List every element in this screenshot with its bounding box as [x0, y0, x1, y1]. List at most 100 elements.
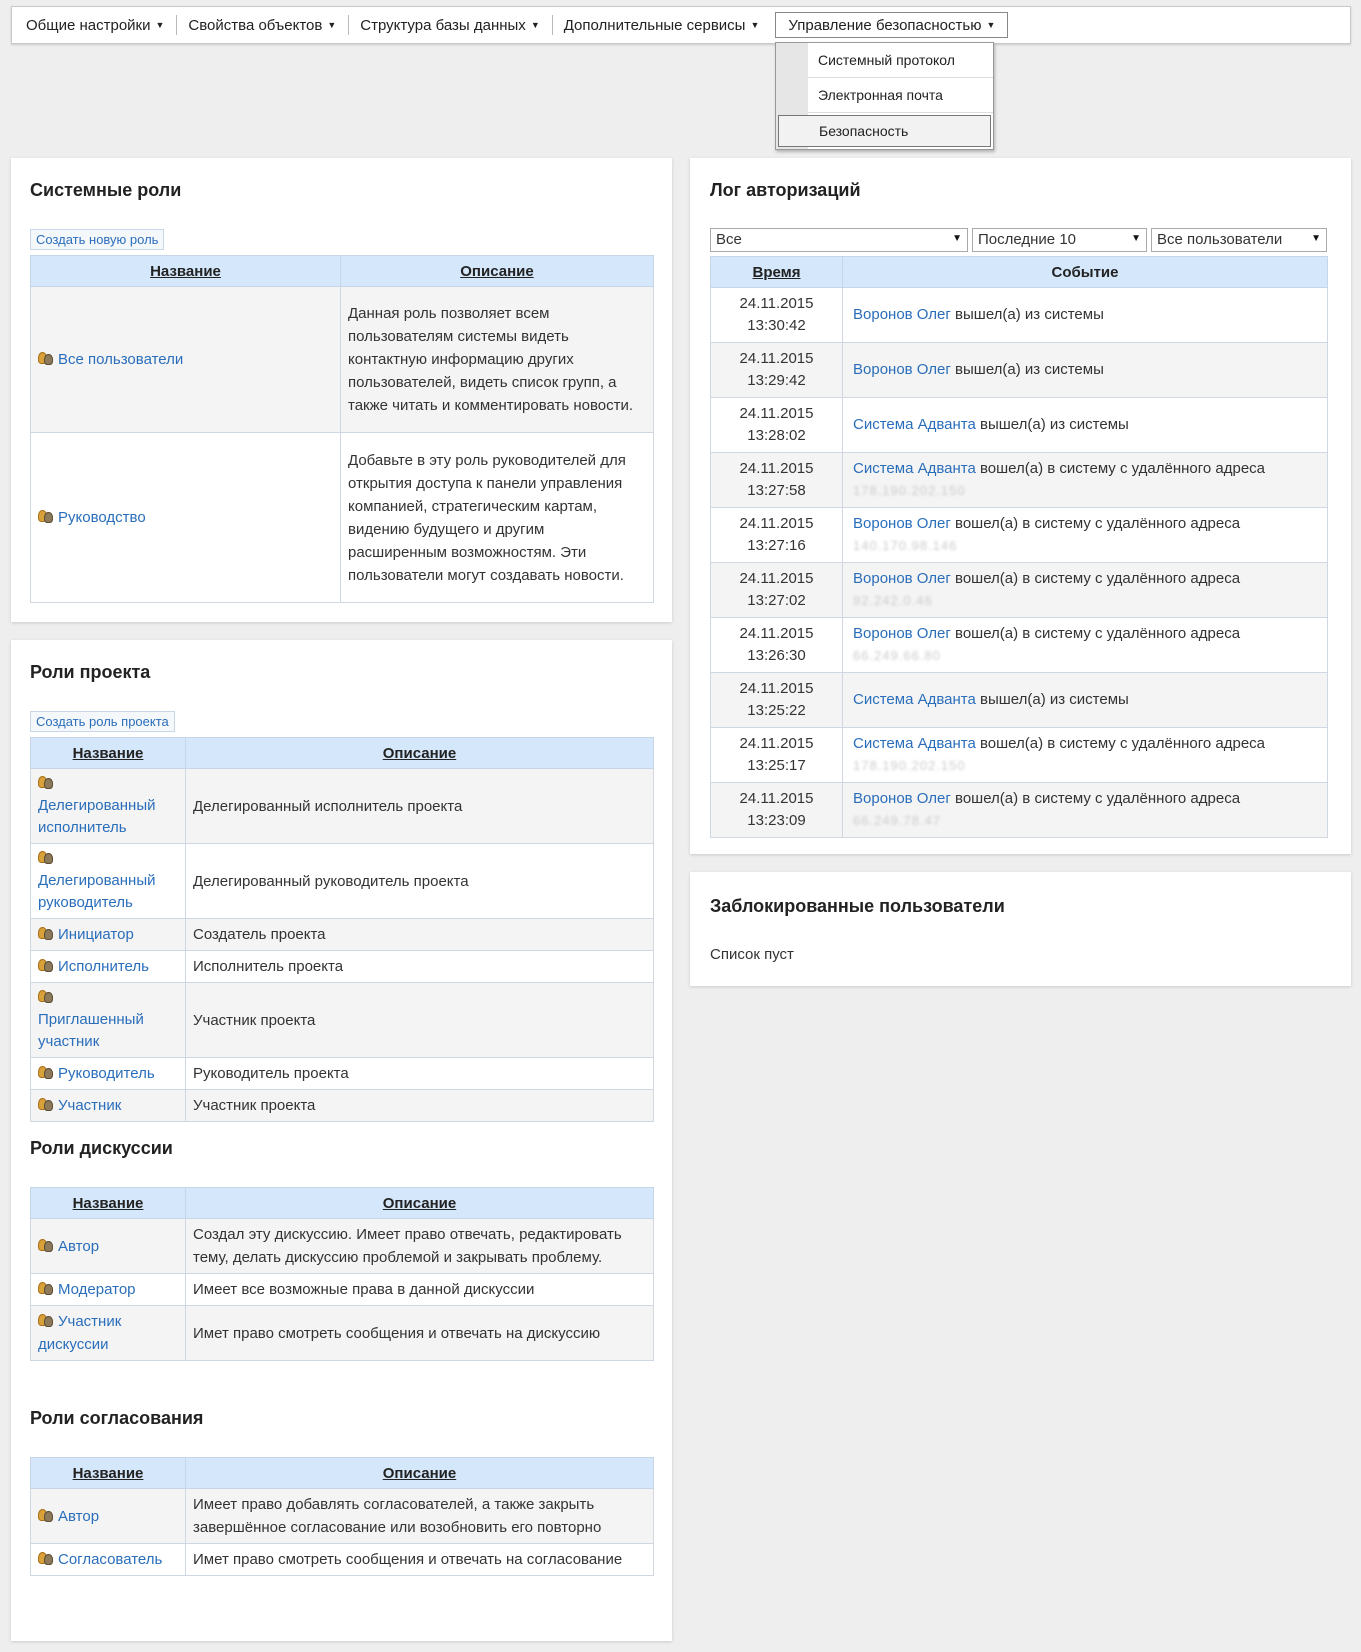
log-event-cell: Воронов Олег вошел(а) в систему с удалён… — [842, 782, 1328, 838]
role-link[interactable]: Руководитель — [58, 1065, 155, 1082]
log-event-cell: Система Адванта вошел(а) в систему с уда… — [842, 727, 1328, 783]
project-roles-table: Название Описание Делегированный исполни… — [30, 737, 654, 1122]
role-icon — [38, 1097, 54, 1111]
role-description: Имет право смотреть сообщения и отвечать… — [185, 1305, 654, 1361]
role-link[interactable]: Руководство — [58, 509, 146, 526]
create-role-button[interactable]: Создать новую роль — [30, 229, 165, 250]
event-type-select[interactable]: Все ▼ — [710, 228, 968, 252]
role-description: Создатель проекта — [185, 918, 654, 951]
log-event-text: вошел(а) в систему с удалённого адреса — [955, 515, 1241, 532]
role-icon — [38, 989, 54, 1003]
menu-object-properties[interactable]: Свойства объектов ▼ — [176, 12, 348, 38]
column-header-time[interactable]: Время — [710, 256, 843, 288]
log-event-text: вошел(а) в систему с удалённого адреса — [979, 735, 1266, 752]
log-time-cell: 24.11.2015 13:27:16 — [710, 507, 843, 563]
role-description: Имет право смотреть сообщения и отвечать… — [185, 1543, 654, 1576]
menu-general-settings[interactable]: Общие настройки ▼ — [14, 12, 176, 38]
table-row: Инициатор Создатель проекта — [30, 918, 654, 951]
column-header-description[interactable]: Описание — [340, 255, 654, 287]
log-date: 24.11.2015 — [739, 570, 814, 587]
role-icon — [38, 509, 54, 523]
log-user-link[interactable]: Воронов Олег — [853, 361, 951, 378]
role-icon — [38, 926, 54, 940]
caret-down-icon: ▼ — [155, 20, 165, 30]
log-date: 24.11.2015 — [739, 680, 814, 697]
table-row: Автор Создал эту дискуссию. Имеет право … — [30, 1218, 654, 1274]
role-name-cell: Делегированный исполнитель — [30, 768, 186, 844]
role-link[interactable]: Приглашенный участник — [38, 1011, 144, 1050]
role-name-cell: Инициатор — [30, 918, 186, 951]
log-user-link[interactable]: Система Адванта — [853, 735, 976, 752]
log-ip-address: 66.249.78.47 — [853, 813, 941, 828]
log-user-link[interactable]: Воронов Олег — [853, 790, 951, 807]
table-row: Участник Участник проекта — [30, 1089, 654, 1122]
table-row: Руководитель Руководитель проекта — [30, 1057, 654, 1090]
table-row: Руководство Добавьте в эту роль руководи… — [30, 432, 654, 603]
count-value: Последние 10 — [972, 228, 1147, 252]
menu-database-structure[interactable]: Структура базы данных ▼ — [348, 12, 551, 38]
column-header-name[interactable]: Название — [30, 255, 341, 287]
table-row: 24.11.2015 13:25:17 Система Адванта вошел(… — [710, 727, 1328, 783]
create-project-role-button[interactable]: Создать роль проекта — [30, 711, 175, 732]
log-user-link[interactable]: Система Адванта — [853, 460, 976, 477]
count-select[interactable]: Последние 10 ▼ — [972, 228, 1147, 252]
column-header-description[interactable]: Описание — [185, 1457, 654, 1489]
role-link[interactable]: Участник — [58, 1097, 121, 1114]
role-description: Участник проекта — [185, 982, 654, 1058]
role-link[interactable]: Исполнитель — [58, 958, 149, 975]
dropdown-item-email[interactable]: Электронная почта — [808, 78, 993, 113]
role-link[interactable]: Делегированный руководитель — [38, 872, 156, 911]
role-link[interactable]: Инициатор — [58, 926, 134, 943]
log-event-cell: Воронов Олег вошел(а) в систему с удалён… — [842, 562, 1328, 618]
menu-additional-services[interactable]: Дополнительные сервисы ▼ — [551, 12, 772, 38]
role-name-cell: Делегированный руководитель — [30, 843, 186, 919]
role-link[interactable]: Все пользователи — [58, 351, 183, 368]
users-select[interactable]: Все пользователи ▼ — [1151, 228, 1327, 252]
column-header-name[interactable]: Название — [30, 737, 186, 769]
dropdown-item-security[interactable]: Безопасность — [778, 115, 991, 147]
column-header-description[interactable]: Описание — [185, 1187, 654, 1219]
role-link[interactable]: Модератор — [58, 1281, 136, 1298]
table-row: 24.11.2015 13:27:16 Воронов Олег вошел(а) … — [710, 507, 1328, 563]
table-row: Приглашенный участник Участник проекта — [30, 982, 654, 1058]
menu-security-management[interactable]: Управление безопасностью ▼ — [775, 12, 1009, 38]
role-name-cell: Участник дискуссии — [30, 1305, 186, 1361]
log-user-link[interactable]: Система Адванта — [853, 416, 976, 433]
role-icon — [38, 1281, 54, 1295]
role-icon — [38, 1238, 54, 1252]
role-name-cell: Приглашенный участник — [30, 982, 186, 1058]
log-date: 24.11.2015 — [739, 350, 814, 367]
table-row: 24.11.2015 13:30:42 Воронов Олег вышел(а) … — [710, 287, 1328, 343]
role-description: Руководитель проекта — [185, 1057, 654, 1090]
role-link[interactable]: Согласователь — [58, 1551, 162, 1568]
column-header-name[interactable]: Название — [30, 1187, 186, 1219]
caret-down-icon: ▼ — [750, 20, 760, 30]
role-icon — [38, 1551, 54, 1565]
log-event-cell: Система Адванта вышел(а) из системы — [842, 672, 1328, 728]
auth-log-panel: Лог авторизаций Все ▼ Последние 10 ▼ Все… — [690, 158, 1351, 854]
role-name-cell: Согласователь — [30, 1543, 186, 1576]
log-user-link[interactable]: Система Адванта — [853, 691, 976, 708]
log-user-link[interactable]: Воронов Олег — [853, 515, 951, 532]
discussion-roles-table: Название Описание Автор Создал эту диску… — [30, 1187, 654, 1361]
log-time: 13:25:17 — [747, 757, 806, 774]
log-ip-address: 178.190.202.150 — [853, 483, 966, 498]
log-date: 24.11.2015 — [739, 460, 814, 477]
role-link[interactable]: Автор — [58, 1508, 99, 1525]
role-link[interactable]: Автор — [58, 1238, 99, 1255]
log-time-cell: 24.11.2015 13:25:17 — [710, 727, 843, 783]
role-link[interactable]: Делегированный исполнитель — [38, 797, 156, 836]
log-user-link[interactable]: Воронов Олег — [853, 306, 951, 323]
column-header-name[interactable]: Название — [30, 1457, 186, 1489]
empty-list-text: Список пуст — [710, 946, 794, 963]
log-user-link[interactable]: Воронов Олег — [853, 625, 951, 642]
log-user-link[interactable]: Воронов Олег — [853, 570, 951, 587]
dropdown-item-system-log[interactable]: Системный протокол — [808, 43, 993, 78]
role-name-cell: Руководитель — [30, 1057, 186, 1090]
table-row: Исполнитель Исполнитель проекта — [30, 950, 654, 983]
log-event-text: вышел(а) из системы — [955, 306, 1104, 323]
approval-roles-table: Название Описание Автор Имеет право доба… — [30, 1457, 654, 1576]
log-event-text: вошел(а) в систему с удалённого адреса — [955, 790, 1241, 807]
log-event-text: вошел(а) в систему с удалённого адреса — [955, 625, 1241, 642]
column-header-description[interactable]: Описание — [185, 737, 654, 769]
